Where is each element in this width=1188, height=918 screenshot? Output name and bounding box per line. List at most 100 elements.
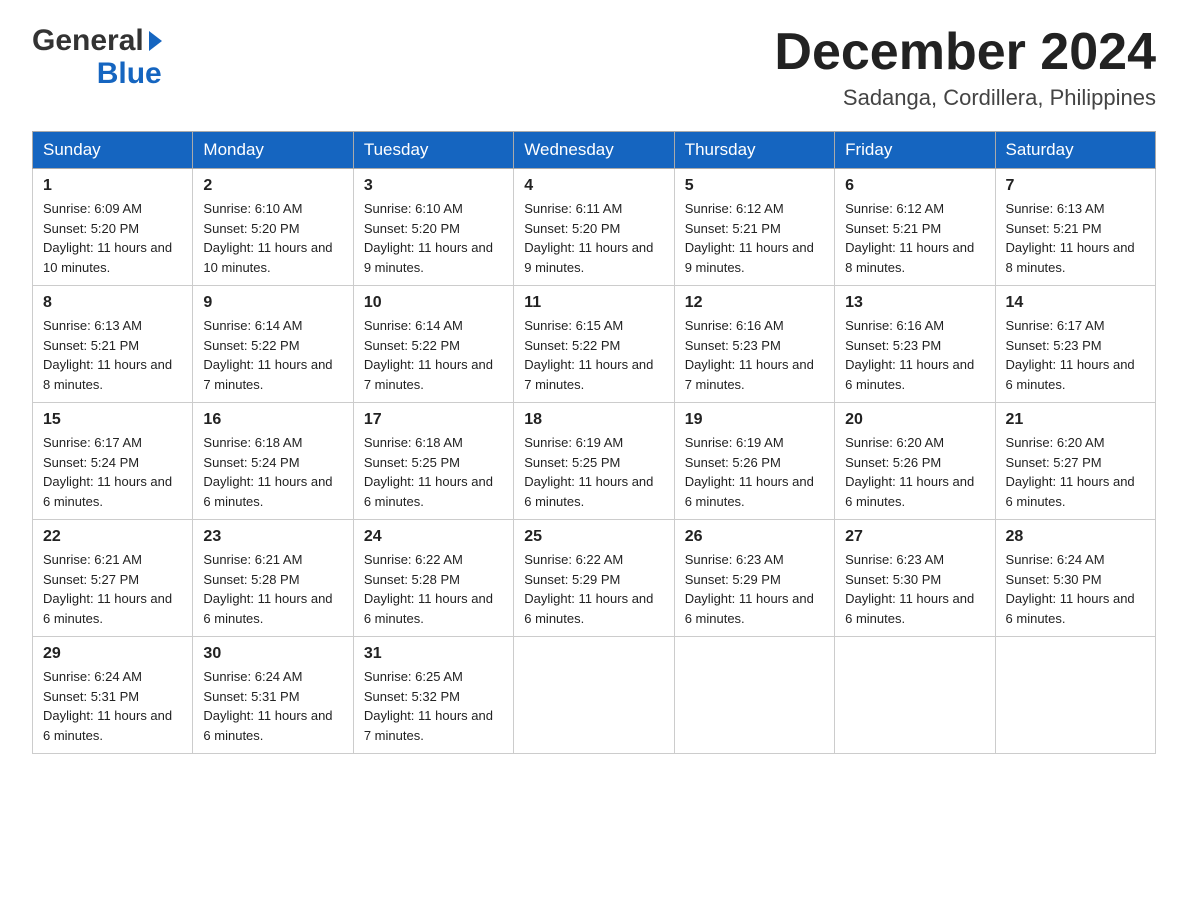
week-row-1: 1Sunrise: 6:09 AMSunset: 5:20 PMDaylight… xyxy=(33,169,1156,286)
weekday-header-monday: Monday xyxy=(193,132,353,169)
day-number: 25 xyxy=(524,528,663,546)
month-title: December 2024 xyxy=(774,24,1156,81)
calendar-cell xyxy=(995,637,1155,754)
calendar-cell xyxy=(514,637,674,754)
day-info: Sunrise: 6:24 AMSunset: 5:31 PMDaylight:… xyxy=(43,667,182,745)
day-info: Sunrise: 6:14 AMSunset: 5:22 PMDaylight:… xyxy=(203,316,342,394)
day-info: Sunrise: 6:25 AMSunset: 5:32 PMDaylight:… xyxy=(364,667,503,745)
calendar-cell: 11 Sunrise: 6:15 AMSunset: 5:22 PMDayligh… xyxy=(514,286,674,403)
calendar-cell: 3 Sunrise: 6:10 AMSunset: 5:20 PMDaylight… xyxy=(353,169,513,286)
calendar-cell: 5 Sunrise: 6:12 AMSunset: 5:21 PMDaylight… xyxy=(674,169,834,286)
day-info: Sunrise: 6:10 AMSunset: 5:20 PMDaylight:… xyxy=(364,199,503,277)
day-info: Sunrise: 6:22 AMSunset: 5:28 PMDaylight:… xyxy=(364,550,503,628)
day-number: 18 xyxy=(524,411,663,429)
day-number: 2 xyxy=(203,177,342,195)
day-number: 27 xyxy=(845,528,984,546)
day-number: 4 xyxy=(524,177,663,195)
calendar-cell: 2Sunrise: 6:10 AMSunset: 5:20 PMDaylight… xyxy=(193,169,353,286)
day-info: Sunrise: 6:18 AMSunset: 5:25 PMDaylight:… xyxy=(364,433,503,511)
calendar-cell: 29 Sunrise: 6:24 AMSunset: 5:31 PMDayligh… xyxy=(33,637,193,754)
calendar-cell: 24 Sunrise: 6:22 AMSunset: 5:28 PMDayligh… xyxy=(353,520,513,637)
day-info: Sunrise: 6:18 AMSunset: 5:24 PMDaylight:… xyxy=(203,433,342,511)
calendar-cell: 13Sunrise: 6:16 AMSunset: 5:23 PMDayligh… xyxy=(835,286,995,403)
day-number: 17 xyxy=(364,411,503,429)
weekday-header-saturday: Saturday xyxy=(995,132,1155,169)
week-row-2: 8 Sunrise: 6:13 AMSunset: 5:21 PMDaylight… xyxy=(33,286,1156,403)
day-number: 31 xyxy=(364,645,503,663)
week-row-5: 29 Sunrise: 6:24 AMSunset: 5:31 PMDayligh… xyxy=(33,637,1156,754)
day-number: 24 xyxy=(364,528,503,546)
day-info: Sunrise: 6:13 AMSunset: 5:21 PMDaylight:… xyxy=(43,316,182,394)
calendar-cell: 18 Sunrise: 6:19 AMSunset: 5:25 PMDayligh… xyxy=(514,403,674,520)
day-number: 15 xyxy=(43,411,182,429)
calendar-cell: 23 Sunrise: 6:21 AMSunset: 5:28 PMDayligh… xyxy=(193,520,353,637)
day-info: Sunrise: 6:24 AMSunset: 5:30 PMDaylight:… xyxy=(1006,550,1145,628)
day-number: 30 xyxy=(203,645,342,663)
calendar-cell: 10Sunrise: 6:14 AMSunset: 5:22 PMDayligh… xyxy=(353,286,513,403)
calendar-cell: 19 Sunrise: 6:19 AMSunset: 5:26 PMDayligh… xyxy=(674,403,834,520)
logo-general-part: General xyxy=(32,24,144,57)
calendar-cell: 22Sunrise: 6:21 AMSunset: 5:27 PMDayligh… xyxy=(33,520,193,637)
day-info: Sunrise: 6:09 AMSunset: 5:20 PMDaylight:… xyxy=(43,199,182,277)
day-number: 13 xyxy=(845,294,984,312)
day-info: Sunrise: 6:12 AMSunset: 5:21 PMDaylight:… xyxy=(685,199,824,277)
day-info: Sunrise: 6:17 AMSunset: 5:24 PMDaylight:… xyxy=(43,433,182,511)
day-info: Sunrise: 6:20 AMSunset: 5:26 PMDaylight:… xyxy=(845,433,984,511)
page-header: General Blue December 2024 Sadanga, Cord… xyxy=(32,24,1156,111)
day-number: 23 xyxy=(203,528,342,546)
day-info: Sunrise: 6:15 AMSunset: 5:22 PMDaylight:… xyxy=(524,316,663,394)
location-subtitle: Sadanga, Cordillera, Philippines xyxy=(774,85,1156,111)
day-info: Sunrise: 6:13 AMSunset: 5:21 PMDaylight:… xyxy=(1006,199,1145,277)
calendar-cell: 27 Sunrise: 6:23 AMSunset: 5:30 PMDayligh… xyxy=(835,520,995,637)
logo-blue-part: Blue xyxy=(97,57,162,90)
week-row-3: 15 Sunrise: 6:17 AMSunset: 5:24 PMDayligh… xyxy=(33,403,1156,520)
day-info: Sunrise: 6:21 AMSunset: 5:28 PMDaylight:… xyxy=(203,550,342,628)
calendar-cell: 14Sunrise: 6:17 AMSunset: 5:23 PMDayligh… xyxy=(995,286,1155,403)
day-number: 20 xyxy=(845,411,984,429)
logo: General Blue xyxy=(32,24,162,90)
day-info: Sunrise: 6:19 AMSunset: 5:26 PMDaylight:… xyxy=(685,433,824,511)
logo-arrow-icon xyxy=(149,31,162,51)
day-number: 29 xyxy=(43,645,182,663)
calendar-cell: 9 Sunrise: 6:14 AMSunset: 5:22 PMDaylight… xyxy=(193,286,353,403)
day-info: Sunrise: 6:22 AMSunset: 5:29 PMDaylight:… xyxy=(524,550,663,628)
day-number: 3 xyxy=(364,177,503,195)
day-number: 22 xyxy=(43,528,182,546)
calendar-cell xyxy=(835,637,995,754)
day-info: Sunrise: 6:12 AMSunset: 5:21 PMDaylight:… xyxy=(845,199,984,277)
weekday-header-tuesday: Tuesday xyxy=(353,132,513,169)
day-number: 19 xyxy=(685,411,824,429)
day-number: 11 xyxy=(524,294,663,312)
calendar-cell: 30 Sunrise: 6:24 AMSunset: 5:31 PMDayligh… xyxy=(193,637,353,754)
day-info: Sunrise: 6:14 AMSunset: 5:22 PMDaylight:… xyxy=(364,316,503,394)
weekday-header-sunday: Sunday xyxy=(33,132,193,169)
calendar-cell: 16Sunrise: 6:18 AMSunset: 5:24 PMDayligh… xyxy=(193,403,353,520)
weekday-header-wednesday: Wednesday xyxy=(514,132,674,169)
calendar-cell: 20 Sunrise: 6:20 AMSunset: 5:26 PMDayligh… xyxy=(835,403,995,520)
day-info: Sunrise: 6:19 AMSunset: 5:25 PMDaylight:… xyxy=(524,433,663,511)
calendar-cell: 4 Sunrise: 6:11 AMSunset: 5:20 PMDaylight… xyxy=(514,169,674,286)
day-number: 12 xyxy=(685,294,824,312)
calendar-cell: 8 Sunrise: 6:13 AMSunset: 5:21 PMDaylight… xyxy=(33,286,193,403)
day-number: 14 xyxy=(1006,294,1145,312)
day-info: Sunrise: 6:24 AMSunset: 5:31 PMDaylight:… xyxy=(203,667,342,745)
calendar-cell: 15 Sunrise: 6:17 AMSunset: 5:24 PMDayligh… xyxy=(33,403,193,520)
day-number: 28 xyxy=(1006,528,1145,546)
week-row-4: 22Sunrise: 6:21 AMSunset: 5:27 PMDayligh… xyxy=(33,520,1156,637)
day-number: 9 xyxy=(203,294,342,312)
day-number: 6 xyxy=(845,177,984,195)
calendar-cell: 26 Sunrise: 6:23 AMSunset: 5:29 PMDayligh… xyxy=(674,520,834,637)
title-area: December 2024 Sadanga, Cordillera, Phili… xyxy=(774,24,1156,111)
day-info: Sunrise: 6:23 AMSunset: 5:29 PMDaylight:… xyxy=(685,550,824,628)
day-number: 26 xyxy=(685,528,824,546)
day-info: Sunrise: 6:16 AMSunset: 5:23 PMDaylight:… xyxy=(685,316,824,394)
weekday-header-friday: Friday xyxy=(835,132,995,169)
day-info: Sunrise: 6:11 AMSunset: 5:20 PMDaylight:… xyxy=(524,199,663,277)
day-info: Sunrise: 6:23 AMSunset: 5:30 PMDaylight:… xyxy=(845,550,984,628)
day-number: 8 xyxy=(43,294,182,312)
day-number: 5 xyxy=(685,177,824,195)
calendar-table: SundayMondayTuesdayWednesdayThursdayFrid… xyxy=(32,131,1156,754)
logo-wordmark: General Blue xyxy=(32,24,162,90)
calendar-cell: 31 Sunrise: 6:25 AMSunset: 5:32 PMDayligh… xyxy=(353,637,513,754)
calendar-cell: 6 Sunrise: 6:12 AMSunset: 5:21 PMDaylight… xyxy=(835,169,995,286)
